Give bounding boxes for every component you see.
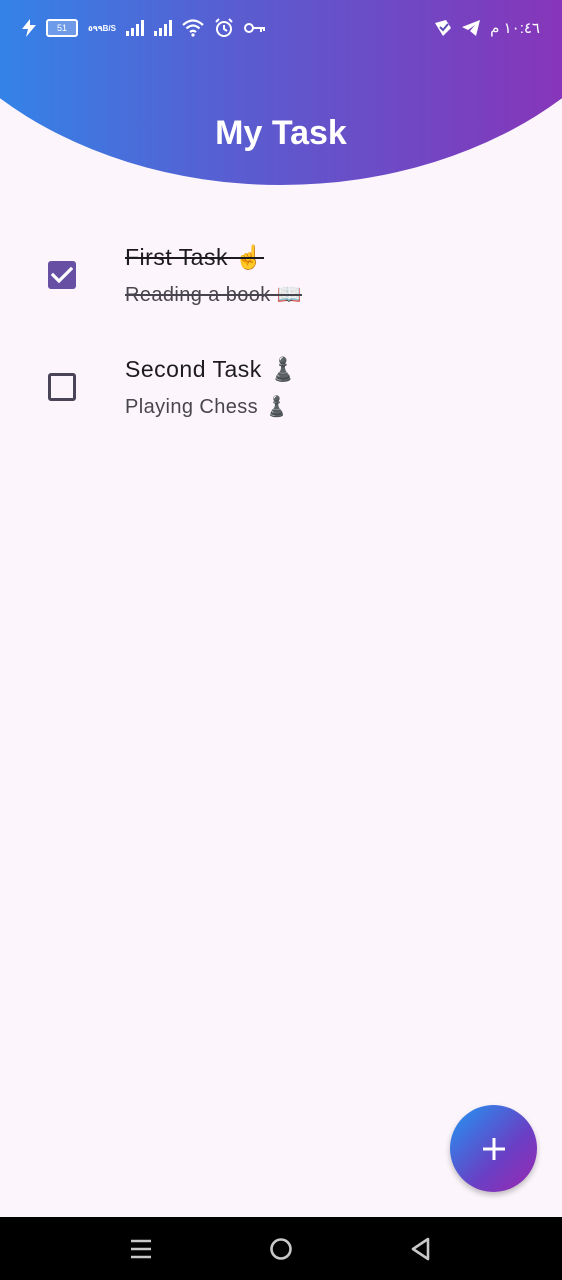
status-bar-left: 51 ٥٩٩ B/S: [22, 18, 266, 38]
key-icon: [244, 21, 266, 35]
status-bar: 51 ٥٩٩ B/S ١٠:٤٦ م: [0, 0, 562, 56]
page-title: My Task: [215, 114, 347, 152]
battery-icon: 51: [46, 19, 78, 37]
add-task-button[interactable]: [450, 1105, 537, 1192]
signal-icon: [154, 20, 172, 36]
task-title: Second Task ♟️: [125, 356, 298, 382]
net-speed-unit: B/S: [102, 23, 116, 33]
wifi-icon: [182, 19, 204, 37]
task-checkbox-checked[interactable]: [48, 261, 76, 289]
alarm-icon: [214, 18, 234, 38]
net-speed: ٥٩٩ B/S: [88, 24, 116, 33]
task-title: First Task ☝️: [125, 244, 265, 270]
app-header: 51 ٥٩٩ B/S ١٠:٤٦ م My Task: [0, 0, 562, 190]
vpn-icon: [434, 19, 452, 37]
plus-icon: [482, 1137, 505, 1160]
net-speed-value: ٥٩٩: [88, 23, 103, 33]
checkmark-icon: [51, 266, 73, 284]
status-time: ١٠:٤٦ م: [490, 20, 540, 37]
task-item[interactable]: First Task ☝️ Reading a book 📖: [0, 225, 562, 325]
task-item[interactable]: Second Task ♟️ Playing Chess ♟️: [0, 337, 562, 437]
charging-icon: [22, 19, 36, 37]
telegram-icon: [462, 20, 481, 36]
recents-icon[interactable]: [127, 1235, 155, 1263]
system-nav-bar: [0, 1217, 562, 1280]
task-subtitle: Playing Chess ♟️: [125, 396, 290, 418]
back-icon[interactable]: [407, 1235, 435, 1263]
signal-icon: [126, 20, 144, 36]
status-bar-right: ١٠:٤٦ م: [434, 19, 540, 37]
task-checkbox-unchecked[interactable]: [48, 373, 76, 401]
home-icon[interactable]: [267, 1235, 295, 1263]
task-subtitle: Reading a book 📖: [125, 284, 302, 306]
